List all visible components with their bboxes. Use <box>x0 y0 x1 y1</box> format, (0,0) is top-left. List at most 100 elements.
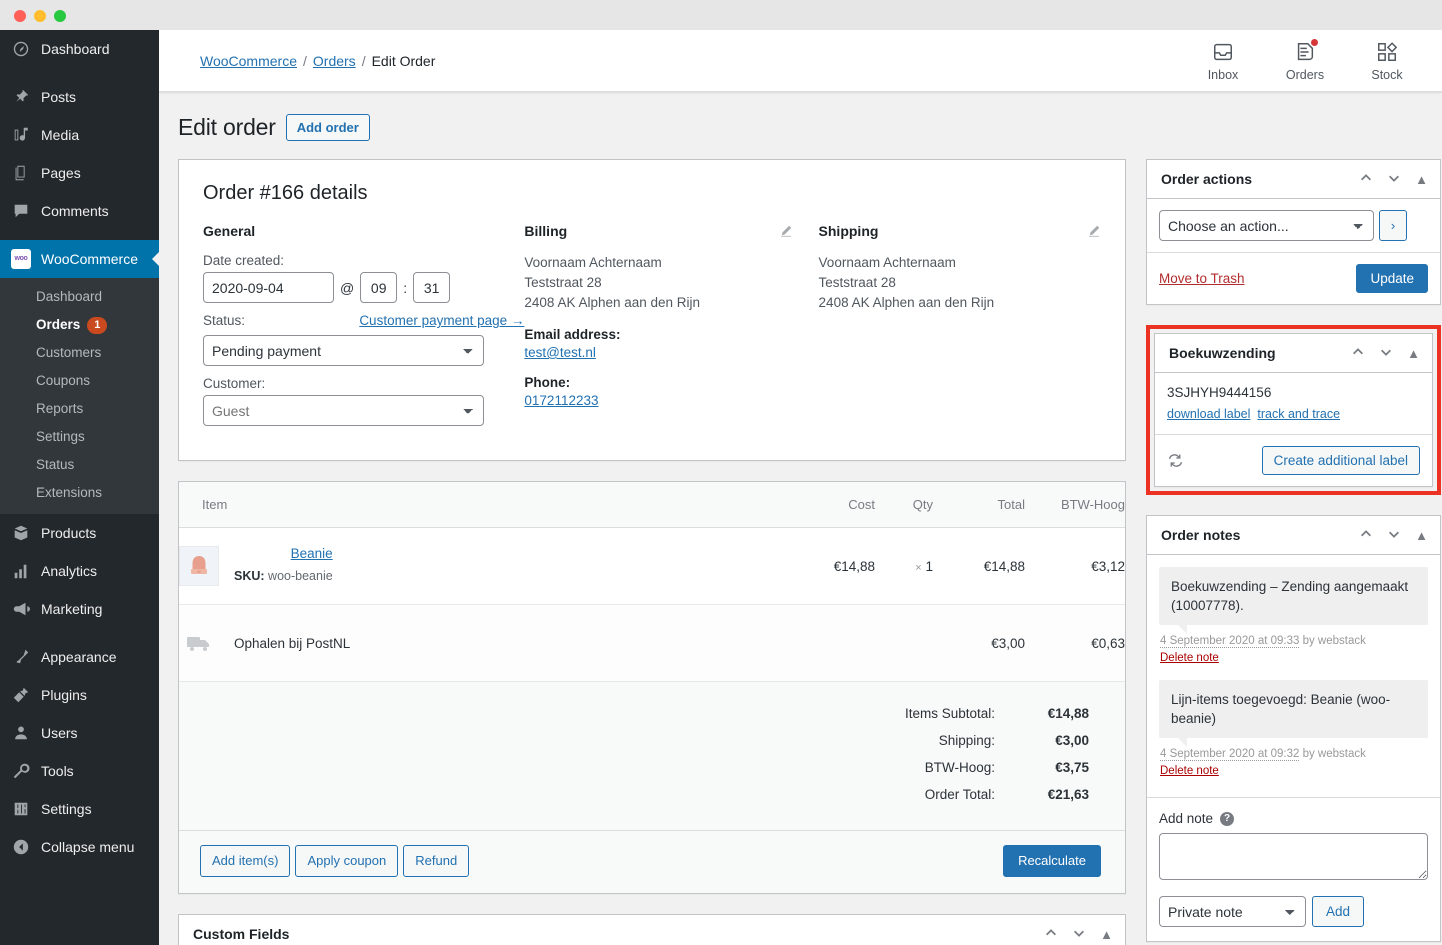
move-down-icon[interactable] <box>1387 527 1401 543</box>
customer-select[interactable]: Guest <box>203 395 484 426</box>
add-note-textarea[interactable] <box>1159 833 1428 880</box>
breadcrumb-link-woocommerce[interactable]: WooCommerce <box>200 53 297 69</box>
refund-button[interactable]: Refund <box>403 845 470 877</box>
top-action-orders[interactable]: Orders <box>1280 38 1330 82</box>
create-additional-label-button[interactable]: Create additional label <box>1261 446 1420 475</box>
move-up-icon[interactable] <box>1359 171 1373 187</box>
breadcrumb-link-orders[interactable]: Orders <box>313 53 356 69</box>
apply-action-button[interactable]: › <box>1379 210 1407 241</box>
sidebar-item-dashboard[interactable]: Dashboard <box>0 30 159 68</box>
sidebar-item-media[interactable]: Media <box>0 116 159 154</box>
sidebar-item-posts[interactable]: Posts <box>0 78 159 116</box>
note-author: by webstack <box>1302 635 1366 647</box>
submenu-item-settings[interactable]: Settings <box>0 423 159 451</box>
sidebar-item-woocommerce[interactable]: woo WooCommerce <box>0 240 159 278</box>
edit-shipping-pencil-icon[interactable] <box>1087 224 1101 238</box>
column-header-tax: BTW-Hoog <box>1025 482 1125 528</box>
order-action-select[interactable]: Choose an action... <box>1159 210 1374 241</box>
submenu-item-orders[interactable]: Orders 1 <box>0 311 159 339</box>
add-items-button[interactable]: Add item(s) <box>200 845 291 877</box>
toggle-panel-icon[interactable]: ▲ <box>1407 347 1420 360</box>
breadcrumb-separator: / <box>303 52 307 69</box>
order-data-panel: Order #166 details General Date created:… <box>178 159 1126 461</box>
sidebar-item-analytics[interactable]: Analytics <box>0 552 159 590</box>
billing-phone-value[interactable]: 0172112233 <box>524 393 598 408</box>
order-action-row: Choose an action... › <box>1147 199 1440 252</box>
submenu-item-dashboard[interactable]: Dashboard <box>0 283 159 311</box>
toggle-panel-icon[interactable]: ▲ <box>1100 928 1113 941</box>
primary-column: Order #166 details General Date created:… <box>178 159 1126 945</box>
sidebar-item-collapse-menu[interactable]: Collapse menu <box>0 828 159 866</box>
billing-address-line: Voornaam Achternaam <box>524 255 662 270</box>
delete-note-link[interactable]: Delete note <box>1160 650 1427 666</box>
submenu-item-reports[interactable]: Reports <box>0 395 159 423</box>
woocommerce-submenu: Dashboard Orders 1 Customers Coupons Rep… <box>0 278 159 514</box>
close-window-button[interactable] <box>14 10 26 22</box>
add-note-button[interactable]: Add <box>1312 896 1365 927</box>
submenu-item-coupons[interactable]: Coupons <box>0 367 159 395</box>
edit-billing-pencil-icon[interactable] <box>779 224 793 238</box>
item-cost <box>783 604 875 682</box>
sidebar-item-users[interactable]: Users <box>0 714 159 752</box>
refresh-icon[interactable] <box>1167 452 1185 470</box>
move-up-icon[interactable] <box>1044 926 1058 942</box>
delete-note-link[interactable]: Delete note <box>1160 763 1427 779</box>
order-status-select[interactable]: Pending payment <box>203 335 484 366</box>
date-created-label: Date created: <box>203 253 285 268</box>
note-type-select[interactable]: Private note <box>1159 896 1306 927</box>
top-action-inbox[interactable]: Inbox <box>1198 40 1248 82</box>
move-up-icon[interactable] <box>1351 345 1365 361</box>
move-to-trash-link[interactable]: Move to Trash <box>1159 271 1245 286</box>
sidebar-item-pages[interactable]: Pages <box>0 154 159 192</box>
sidebar-item-settings[interactable]: Settings <box>0 790 159 828</box>
add-order-button[interactable]: Add order <box>285 114 370 141</box>
sidebar-item-comments[interactable]: Comments <box>0 192 159 230</box>
total-value: €3,00 <box>1055 733 1089 748</box>
move-down-icon[interactable] <box>1379 345 1393 361</box>
submenu-label: Settings <box>36 429 85 444</box>
submenu-item-extensions[interactable]: Extensions <box>0 479 159 507</box>
billing-email-value[interactable]: test@test.nl <box>524 345 595 360</box>
sidebar-divider <box>0 68 159 78</box>
total-value: €21,63 <box>1047 787 1089 802</box>
item-tax: €0,63 <box>1025 604 1125 682</box>
sidebar-item-marketing[interactable]: Marketing <box>0 590 159 628</box>
sidebar-item-label: Posts <box>41 89 77 105</box>
hour-input[interactable] <box>360 272 398 303</box>
sidebar-item-tools[interactable]: Tools <box>0 752 159 790</box>
add-note-label: Add note <box>1159 811 1214 826</box>
minimize-window-button[interactable] <box>34 10 46 22</box>
move-down-icon[interactable] <box>1072 926 1086 942</box>
help-icon[interactable]: ? <box>1220 811 1235 826</box>
toggle-panel-icon[interactable]: ▲ <box>1415 173 1428 186</box>
move-down-icon[interactable] <box>1387 171 1401 187</box>
move-up-icon[interactable] <box>1359 527 1373 543</box>
item-name-link[interactable]: Beanie <box>234 546 333 561</box>
sidebar-item-products[interactable]: Products <box>0 514 159 552</box>
media-icon <box>11 125 31 145</box>
sidebar-divider <box>0 230 159 240</box>
sidebar-item-plugins[interactable]: Plugins <box>0 676 159 714</box>
recalculate-button[interactable]: Recalculate <box>1003 845 1101 877</box>
maximize-window-button[interactable] <box>54 10 66 22</box>
toggle-panel-icon[interactable]: ▲ <box>1415 529 1428 542</box>
top-action-stock[interactable]: Stock <box>1362 40 1412 82</box>
download-label-link[interactable]: download label <box>1167 407 1250 421</box>
update-order-button[interactable]: Update <box>1356 264 1428 293</box>
submenu-item-customers[interactable]: Customers <box>0 339 159 367</box>
order-actions-header: Order actions ▲ <box>1147 160 1440 199</box>
minute-input[interactable] <box>413 272 451 303</box>
table-row[interactable]: Beanie SKU: woo-beanie €14,88 × 1 €14,88… <box>179 527 1125 605</box>
customer-payment-page-link[interactable]: Customer payment page → <box>359 313 524 328</box>
customer-select-row: Guest <box>203 395 524 426</box>
order-details-heading: Order #166 details <box>203 182 368 204</box>
sku-value: woo-beanie <box>268 569 333 583</box>
table-row[interactable]: Ophalen bij PostNL €3,00 €0,63 <box>179 604 1125 682</box>
sidebar-divider <box>0 628 159 638</box>
submenu-item-status[interactable]: Status <box>0 451 159 479</box>
track-and-trace-link[interactable]: track and trace <box>1257 407 1340 421</box>
sidebar-item-appearance[interactable]: Appearance <box>0 638 159 676</box>
sidebar-item-label: Marketing <box>41 601 103 617</box>
date-created-input[interactable] <box>203 272 334 303</box>
apply-coupon-button[interactable]: Apply coupon <box>295 845 399 877</box>
